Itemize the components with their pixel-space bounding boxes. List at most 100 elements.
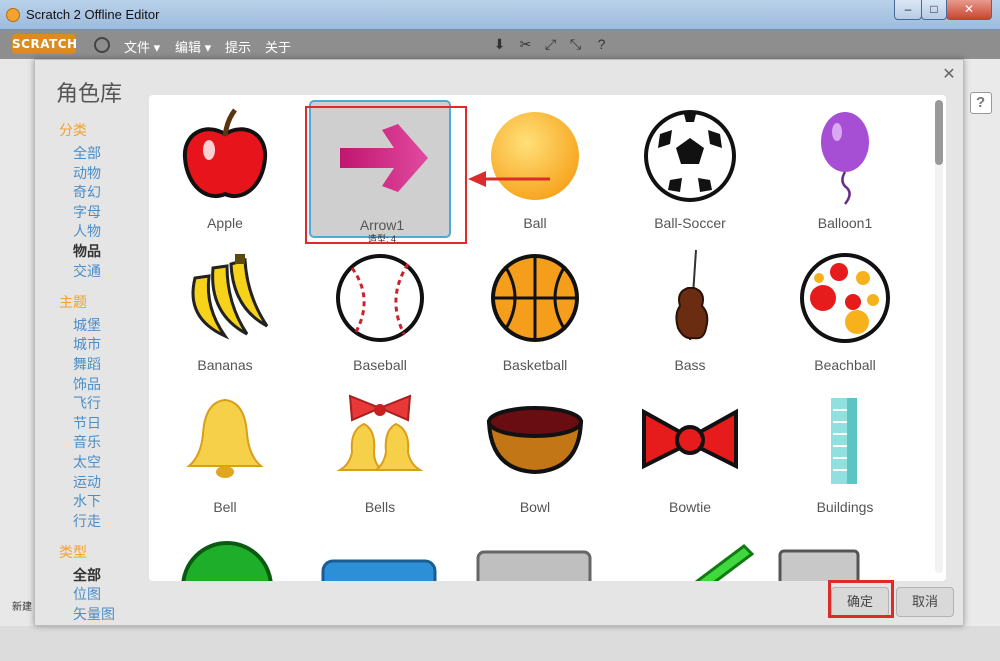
type-all[interactable]: 全部	[73, 565, 101, 585]
window-title: Scratch 2 Offline Editor	[26, 7, 160, 22]
theme-walking[interactable]: 行走	[73, 511, 101, 531]
sprite-name: Ball-Soccer	[654, 215, 726, 231]
category-people[interactable]: 人物	[73, 221, 101, 241]
bass-icon	[675, 249, 709, 341]
baseball-icon	[336, 254, 424, 342]
sprite-tile-basketball[interactable]: Basketball	[464, 242, 606, 380]
language-globe-icon[interactable]	[94, 37, 110, 53]
ok-button-highlight-box	[828, 580, 894, 618]
sprite-name: Buildings	[816, 499, 874, 515]
soccer-ball-icon	[644, 110, 736, 202]
sprite-tile-bells[interactable]: Bells	[309, 384, 451, 522]
group-title-type: 类型	[59, 544, 87, 560]
theme-holiday[interactable]: 节日	[73, 413, 101, 433]
sprite-tile-buildings[interactable]: Buildings	[774, 384, 916, 522]
sprite-tile-bass[interactable]: Bass	[619, 242, 761, 380]
sprite-tile-bell[interactable]: Bell	[154, 384, 296, 522]
sprite-name: Beachball	[814, 357, 876, 373]
delete-scissors-icon[interactable]: ✂	[518, 37, 533, 52]
partial-sprite-green-ball-icon	[181, 541, 273, 581]
category-fantasy[interactable]: 奇幻	[73, 182, 101, 202]
sprite-name: Balloon1	[817, 215, 873, 231]
sprite-tile-apple[interactable]: Apple	[154, 100, 296, 238]
new-sprite-label: 新建	[12, 602, 32, 613]
scratch-logo[interactable]: SCRATCH	[12, 34, 77, 54]
basketball-icon	[491, 254, 579, 342]
sprite-name: Bells	[364, 499, 396, 515]
menu-bar: SCRATCH 文件 ▾ 编辑 ▾ 提示 关于 ⬇ ✂ ⤢ ⤡ ?	[0, 30, 1000, 59]
sprite-name: Apple	[207, 215, 243, 231]
minimize-button[interactable]: –	[894, 0, 922, 20]
sprite-tile-beachball[interactable]: Beachball	[774, 242, 916, 380]
shrink-icon[interactable]: ⤡	[568, 37, 583, 52]
partial-sprite-blue-button-icon	[321, 559, 437, 581]
background-help-icon[interactable]	[970, 92, 992, 114]
theme-underwater[interactable]: 水下	[73, 491, 101, 511]
selection-highlight-box	[305, 106, 467, 244]
bowl-icon	[486, 406, 584, 475]
type-bitmap[interactable]: 位图	[73, 584, 101, 604]
ball-icon	[491, 112, 579, 200]
duplicate-stamp-icon[interactable]: ⬇	[492, 37, 507, 52]
sprite-name: Bell	[213, 499, 237, 515]
cancel-button[interactable]: 取消	[896, 587, 954, 617]
theme-city[interactable]: 城市	[73, 334, 101, 354]
bowtie-icon	[642, 408, 738, 470]
sprite-name: Bowtie	[668, 499, 712, 515]
group-title-category: 分类	[59, 122, 87, 138]
scrollbar-thumb[interactable]	[935, 100, 943, 165]
category-things[interactable]: 物品	[73, 241, 101, 261]
sprite-name: Ball	[523, 215, 547, 231]
sprite-tile-bananas[interactable]: Bananas	[154, 242, 296, 380]
menu-edit[interactable]: 编辑 ▾	[175, 37, 211, 56]
dialog-title: 角色库	[56, 81, 123, 106]
category-animals[interactable]: 动物	[73, 163, 101, 183]
theme-sports[interactable]: 运动	[73, 472, 101, 492]
scratch-app-icon	[6, 8, 20, 22]
bananas-icon	[191, 254, 269, 340]
category-all[interactable]: 全部	[73, 143, 101, 163]
partial-sprite-gray-button-icon	[476, 550, 592, 581]
category-transportation[interactable]: 交通	[73, 261, 101, 281]
editor-background-left	[0, 59, 34, 661]
partial-sprite-gray-object-icon	[778, 549, 860, 581]
sprite-tile-bowtie[interactable]: Bowtie	[619, 384, 761, 522]
editor-background-bottom	[0, 626, 1000, 661]
apple-icon	[182, 108, 268, 198]
sprite-tile-bowl[interactable]: Bowl	[464, 384, 606, 522]
sprite-name: Bananas	[197, 357, 253, 373]
window-titlebar: Scratch 2 Offline Editor – □ ✕	[0, 0, 1000, 30]
help-icon[interactable]: ?	[594, 37, 609, 52]
sprite-tile-balloon1[interactable]: Balloon1	[774, 100, 916, 238]
sprite-name: Basketball	[502, 357, 568, 373]
menu-file[interactable]: 文件 ▾	[124, 37, 160, 56]
sprite-tile-baseball[interactable]: Baseball	[309, 242, 451, 380]
sprite-library-dialog: 角色库 ✕ 分类 全部 动物 奇幻 字母 人物 物品 交通 主题 城堡 城市 舞…	[34, 59, 964, 626]
theme-dress-up[interactable]: 饰品	[73, 374, 101, 394]
menu-tips[interactable]: 提示	[225, 37, 251, 56]
type-vector[interactable]: 矢量图	[73, 604, 115, 624]
group-title-theme: 主题	[59, 294, 87, 310]
theme-castle[interactable]: 城堡	[73, 315, 101, 335]
theme-music[interactable]: 音乐	[73, 432, 101, 452]
close-window-button[interactable]: ✕	[946, 0, 992, 20]
balloon-icon	[821, 112, 869, 205]
menu-about[interactable]: 关于	[265, 37, 291, 56]
theme-space[interactable]: 太空	[73, 452, 101, 472]
category-letters[interactable]: 字母	[73, 202, 101, 222]
buildings-icon	[831, 398, 857, 484]
sprite-name: Bowl	[519, 499, 551, 515]
beachball-icon	[800, 253, 890, 343]
theme-dance[interactable]: 舞蹈	[73, 354, 101, 374]
grow-icon[interactable]: ⤢	[543, 37, 558, 52]
bell-icon	[186, 398, 264, 478]
annotation-arrow-icon	[468, 171, 550, 187]
partial-sprite-green-bat-icon	[694, 544, 754, 581]
sprite-tile-ball-soccer[interactable]: Ball-Soccer	[619, 100, 761, 238]
maximize-button[interactable]: □	[921, 0, 947, 20]
sprite-name: Baseball	[353, 357, 407, 373]
dialog-close-icon[interactable]: ✕	[942, 67, 956, 83]
theme-flying[interactable]: 飞行	[73, 393, 101, 413]
grid-scrollbar[interactable]	[935, 100, 943, 573]
bells-icon	[336, 394, 424, 471]
